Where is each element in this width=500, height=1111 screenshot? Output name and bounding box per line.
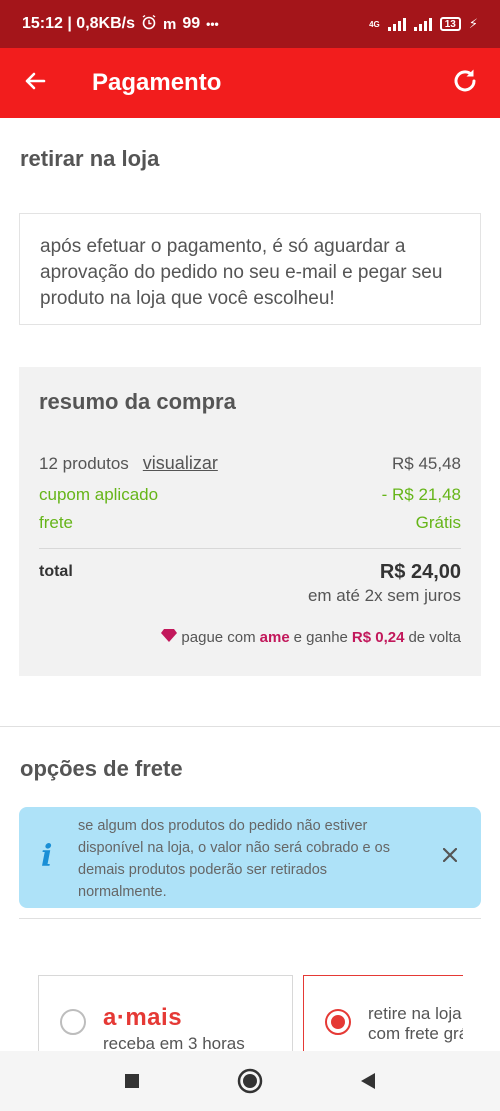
pickup-title: retirar na loja	[20, 146, 160, 171]
coupon-value: - R$ 21,48	[381, 485, 461, 504]
ame-text-2: e ganhe	[293, 629, 348, 646]
pickup-info-card: após efetuar o pagamento, é só aguardar …	[19, 213, 481, 325]
refresh-icon	[450, 66, 480, 101]
back-nav-button[interactable]	[353, 1066, 383, 1096]
alarm-icon	[141, 14, 157, 35]
mcdonalds-icon: m	[162, 15, 177, 33]
signal-icon	[387, 17, 406, 31]
view-products-link[interactable]: visualizar	[143, 453, 218, 474]
ame-brand: ame	[259, 629, 290, 646]
arrow-left-icon	[23, 69, 47, 98]
diamond-icon	[161, 629, 178, 646]
shipping-value: Grátis	[415, 513, 461, 532]
home-button[interactable]	[235, 1066, 265, 1096]
app-bar: Pagamento	[0, 48, 500, 118]
amais-logo: a·mais	[103, 1004, 183, 1031]
status-dots: •••	[206, 17, 219, 31]
pickup-description: após efetuar o pagamento, é só aguardar …	[40, 236, 443, 309]
system-nav-bar	[0, 1051, 500, 1111]
total-label: total	[39, 563, 73, 580]
pickup-option-line1: retire na loja	[368, 1004, 462, 1023]
info-icon: i	[41, 839, 53, 874]
ame-text-1: pague com	[181, 629, 256, 646]
installments-text: em até 2x sem juros	[307, 586, 461, 605]
charging-icon: ⚡	[468, 16, 478, 31]
options-divider	[19, 918, 481, 919]
ame-cashback-value: R$ 0,24	[351, 629, 405, 646]
status-extra: 99	[182, 15, 201, 32]
page-title: Pagamento	[92, 69, 222, 96]
battery-icon: 13	[439, 17, 461, 31]
ame-text-3: de volta	[408, 629, 461, 646]
radio-pickup[interactable]	[325, 1009, 351, 1035]
battery-level: 13	[444, 18, 456, 30]
status-time-speed: 15:12 | 0,8KB/s	[22, 15, 135, 32]
purchase-summary: resumo da compra 12 produtos visualizar …	[19, 367, 481, 676]
network-type: 4G	[369, 19, 380, 29]
shipping-option-amais[interactable]: a·mais receba em 3 horas	[38, 975, 293, 1055]
products-label: 12 produtos	[39, 454, 129, 473]
coupon-row: cupom aplicado - R$ 21,48	[39, 485, 461, 505]
close-notice-button[interactable]	[439, 846, 461, 868]
notice-text: se algum dos produtos do pedido não esti…	[78, 818, 390, 900]
shipping-options-title: opções de frete	[20, 756, 183, 781]
recents-button[interactable]	[117, 1066, 147, 1096]
shipping-label: frete	[39, 513, 74, 532]
close-icon	[442, 847, 458, 867]
products-value: R$ 45,48	[392, 454, 461, 473]
shipping-option-pickup[interactable]: retire na loja com frete grátis	[303, 975, 463, 1055]
status-bar: 15:12 | 0,8KB/s m 99 ••• 4G 13 ⚡	[0, 0, 500, 48]
refresh-button[interactable]	[430, 48, 500, 118]
radio-amais[interactable]	[60, 1009, 86, 1035]
info-notice: i se algum dos produtos do pedido não es…	[19, 807, 481, 908]
shipping-row: frete Grátis	[39, 513, 461, 533]
summary-divider	[39, 548, 461, 549]
summary-title: resumo da compra	[39, 389, 236, 414]
pickup-option-line2: com frete grátis	[368, 1024, 463, 1043]
back-button[interactable]	[0, 48, 70, 118]
ame-cashback: pague com ame e ganhe R$ 0,24 de volta	[161, 629, 461, 646]
total-value: R$ 24,00	[379, 561, 461, 583]
products-row: 12 produtos visualizar R$ 45,48	[39, 453, 461, 474]
signal-icon-2	[413, 17, 432, 31]
section-divider	[0, 726, 500, 727]
coupon-label: cupom aplicado	[39, 485, 159, 504]
